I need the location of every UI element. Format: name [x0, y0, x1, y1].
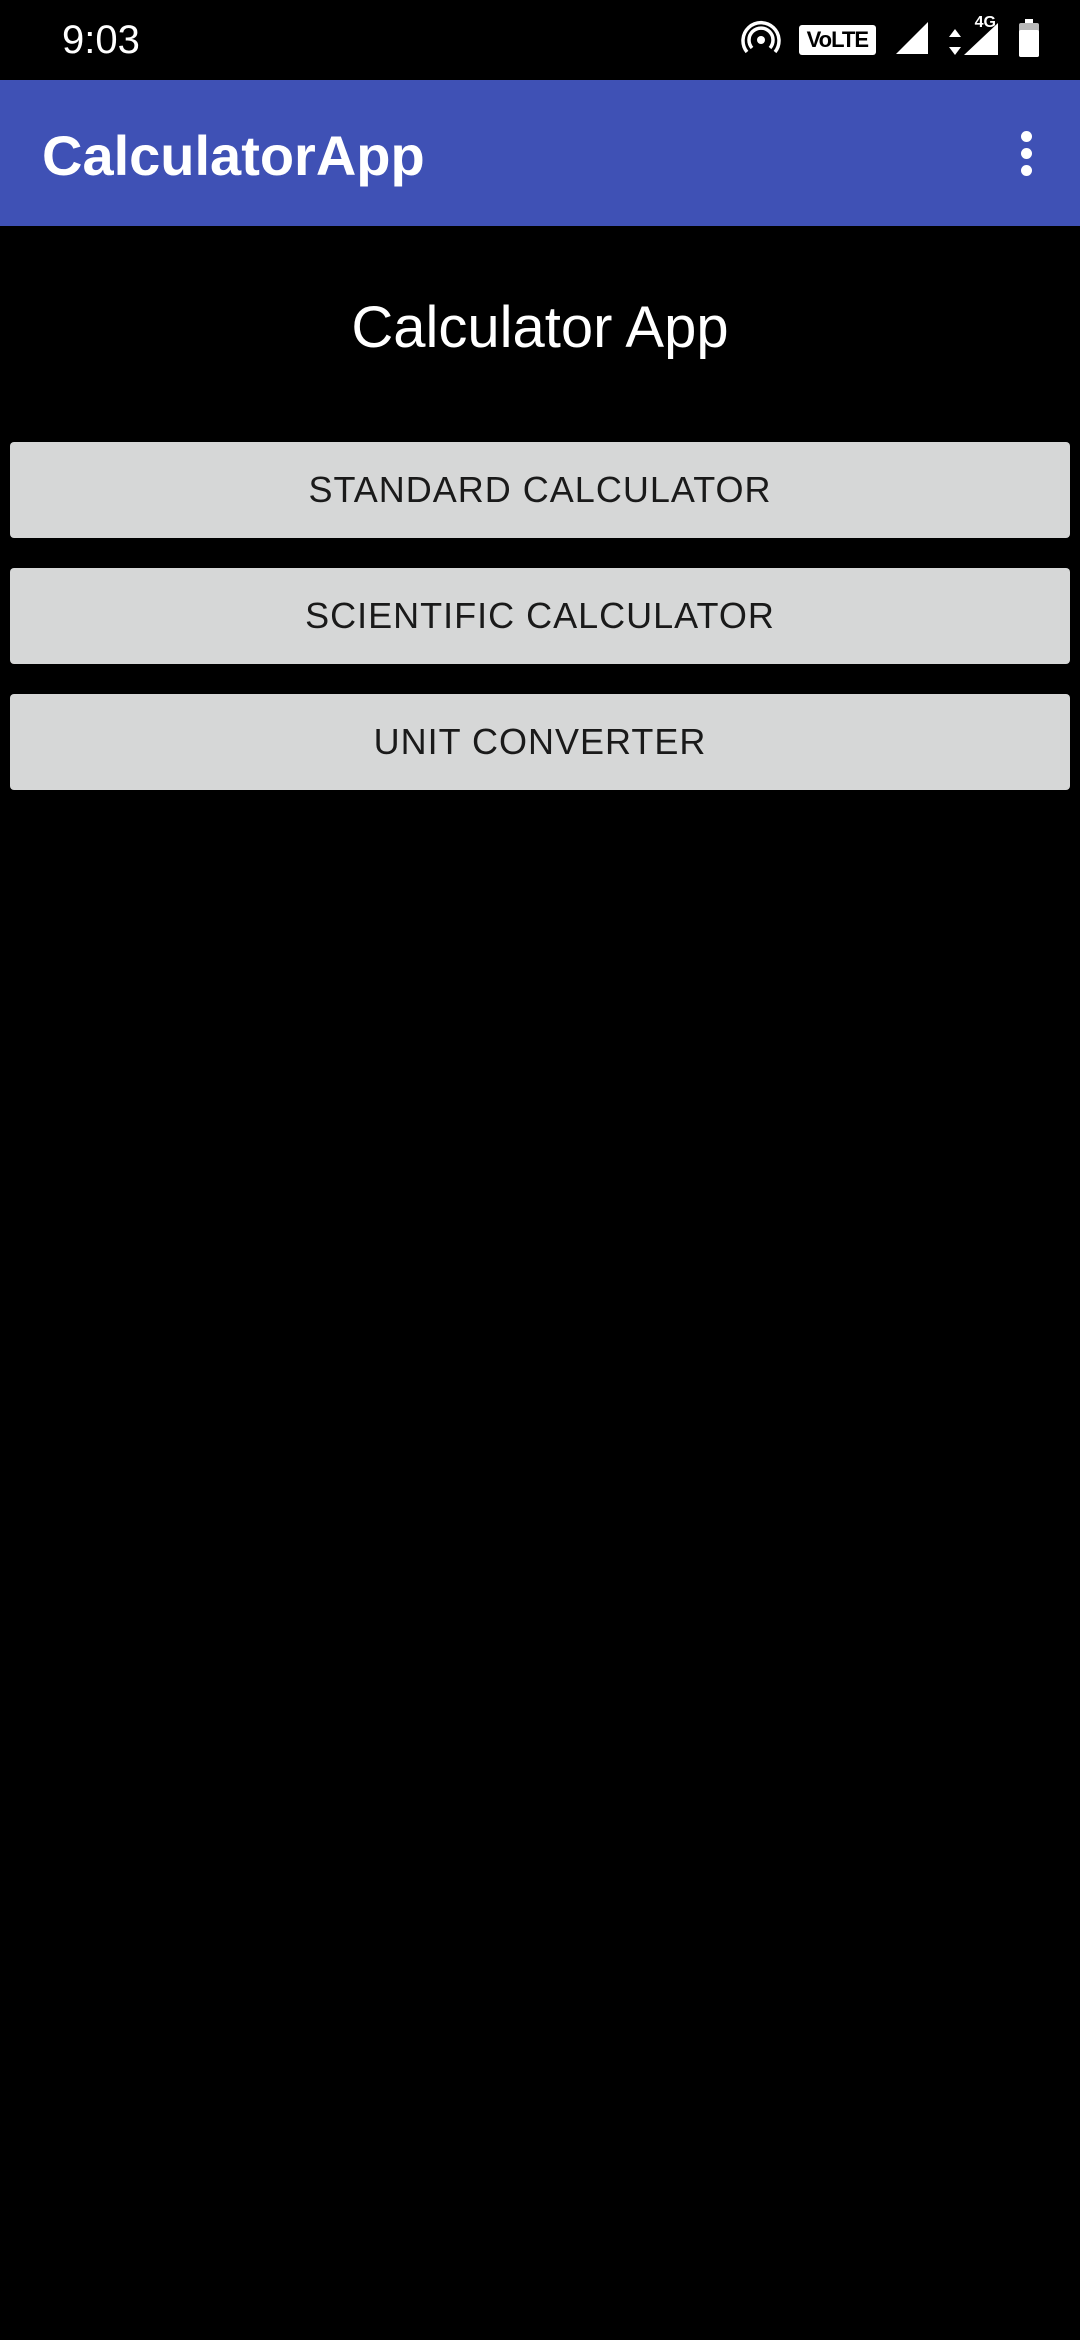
status-icons: VoLTE 4G	[723, 14, 1040, 63]
scientific-calculator-button[interactable]: SCIENTIFIC CALCULATOR	[10, 568, 1070, 664]
hotspot-icon	[740, 18, 781, 63]
app-title: CalculatorApp	[42, 124, 425, 187]
standard-calculator-button[interactable]: STANDARD CALCULATOR	[10, 442, 1070, 538]
status-bar: 9:03 VoLTE 4G	[0, 0, 1080, 80]
signal-4g-group: 4G	[948, 14, 1000, 62]
more-vert-icon[interactable]	[996, 123, 1056, 183]
network-type-label: 4G	[974, 14, 996, 31]
status-time: 9:03	[62, 18, 140, 62]
signal-icon	[894, 20, 930, 61]
volte-icon: VoLTE	[798, 25, 876, 55]
data-arrows-icon	[948, 27, 962, 62]
screen: 9:03 VoLTE 4G CalculatorApp Calculator A…	[0, 0, 1080, 2340]
page-title: Calculator App	[351, 295, 729, 360]
app-bar: CalculatorApp	[0, 80, 1080, 226]
battery-icon	[1018, 18, 1040, 63]
unit-converter-button[interactable]: UNIT CONVERTER	[10, 694, 1070, 790]
